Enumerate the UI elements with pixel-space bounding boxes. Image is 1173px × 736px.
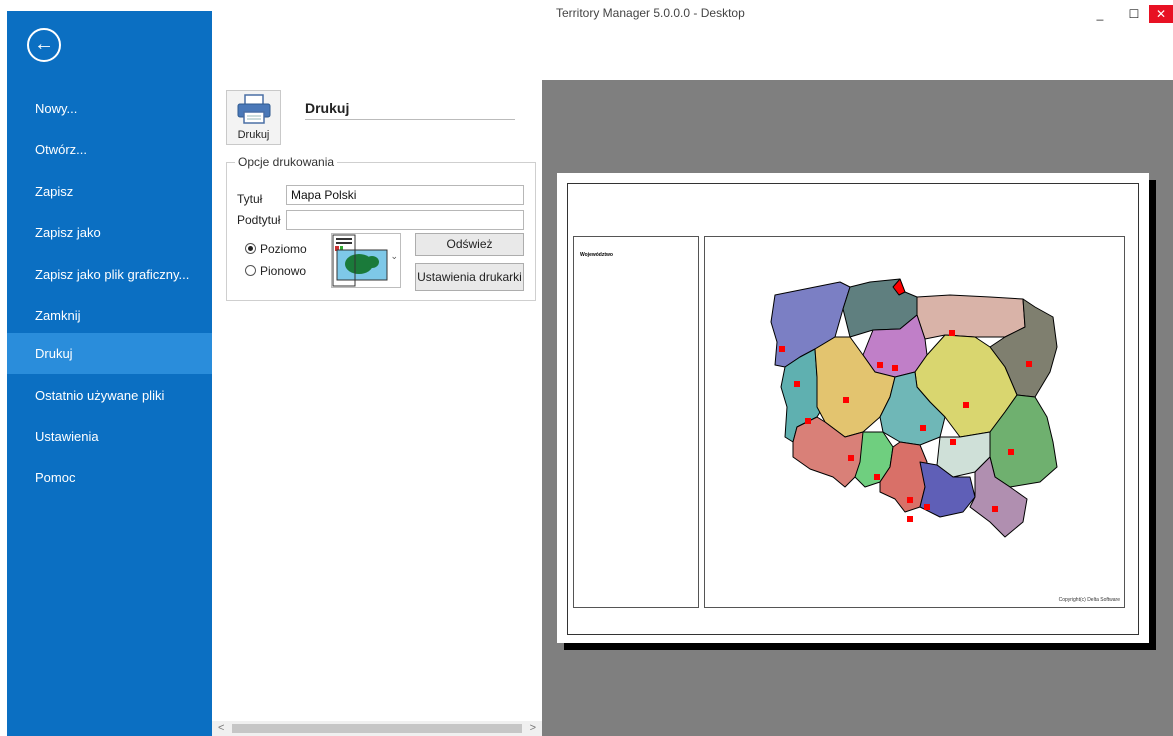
capital-marker (949, 330, 955, 336)
close-button[interactable]: ✕ (1149, 5, 1173, 23)
horizontal-scrollbar[interactable]: < > (212, 721, 542, 736)
capital-marker (992, 506, 998, 512)
print-options-group: Opcje drukowania Tytuł Podtytuł Poziomo … (226, 155, 536, 301)
window-title-bar: Territory Manager 5.0.0.0 - Desktop _ ☐ … (212, 0, 1173, 30)
nav-item-open[interactable]: Otwórz... (7, 129, 212, 170)
printer-settings-button[interactable]: Ustawienia drukarki (415, 263, 524, 291)
back-arrow-icon[interactable]: ← (27, 28, 61, 62)
scrollbar-thumb[interactable] (232, 724, 522, 733)
capital-marker (924, 504, 930, 510)
capital-marker (1008, 449, 1014, 455)
capital-marker (963, 402, 969, 408)
print-button-label: Drukuj (237, 129, 270, 141)
landscape-radio[interactable]: Poziomo (245, 242, 307, 256)
landscape-label: Poziomo (260, 242, 307, 256)
capital-marker (805, 418, 811, 424)
backstage-sidebar: ← Nowy... Otwórz... Zapisz Zapisz jako Z… (7, 11, 212, 736)
print-preview-area: Województwo Copyright(c) Delta Software (542, 80, 1173, 736)
print-options-legend: Opcje drukowania (235, 155, 338, 169)
capital-marker (920, 425, 926, 431)
capital-marker (848, 455, 854, 461)
maximize-button[interactable]: ☐ (1121, 5, 1147, 23)
capital-marker (874, 474, 880, 480)
nav-item-save-as-image[interactable]: Zapisz jako plik graficzny... (7, 254, 212, 295)
preview-page: Województwo Copyright(c) Delta Software (557, 173, 1149, 643)
capital-marker (1026, 361, 1032, 367)
print-panel: Drukuj Drukuj Opcje drukowania Tytuł Pod… (212, 80, 542, 736)
legend-title: Województwo (580, 252, 613, 258)
printer-icon (237, 94, 271, 124)
portrait-radio[interactable]: Pionowo (245, 264, 306, 278)
radio-unselected-icon (245, 265, 256, 276)
radio-selected-icon (245, 243, 256, 254)
title-input[interactable] (286, 185, 524, 205)
nav-item-close[interactable]: Zamknij (7, 295, 212, 336)
window-title: Territory Manager 5.0.0.0 - Desktop (556, 6, 745, 20)
chevron-down-icon: ⌄ (390, 251, 398, 261)
map-box: Copyright(c) Delta Software (704, 236, 1125, 608)
print-button[interactable]: Drukuj (226, 90, 281, 145)
scroll-right-icon[interactable]: > (530, 721, 536, 736)
nav-item-help[interactable]: Pomoc (7, 457, 212, 498)
capital-marker (843, 397, 849, 403)
capital-marker (950, 439, 956, 445)
capital-marker (907, 516, 913, 522)
nav-item-recent-files[interactable]: Ostatnio używane pliki (7, 375, 212, 416)
region-warminsko-mazurskie (916, 294, 1026, 340)
copyright-text: Copyright(c) Delta Software (1058, 597, 1120, 603)
nav-item-save-as[interactable]: Zapisz jako (7, 212, 212, 253)
nav-item-settings[interactable]: Ustawienia (7, 416, 212, 457)
orientation-preview-icon (332, 234, 388, 287)
legend-box: Województwo (573, 236, 699, 608)
poland-map (770, 278, 1058, 538)
scroll-left-icon[interactable]: < (218, 721, 224, 736)
subtitle-input[interactable] (286, 210, 524, 230)
refresh-button[interactable]: Odśwież (415, 233, 524, 256)
page-title: Drukuj (305, 100, 350, 116)
subtitle-label: Podtytuł (237, 213, 281, 227)
nav-item-new[interactable]: Nowy... (7, 88, 212, 129)
title-divider (305, 119, 515, 120)
capital-marker (779, 346, 785, 352)
capital-marker (907, 497, 913, 503)
nav-item-save[interactable]: Zapisz (7, 171, 212, 212)
minimize-button[interactable]: _ (1087, 5, 1113, 23)
capital-marker (892, 365, 898, 371)
capital-marker (877, 362, 883, 368)
portrait-label: Pionowo (260, 264, 307, 278)
orientation-dropdown[interactable]: ⌄ (331, 233, 401, 288)
capital-marker (794, 381, 800, 387)
title-label: Tytuł (237, 192, 263, 206)
nav-item-print[interactable]: Drukuj (7, 333, 212, 374)
